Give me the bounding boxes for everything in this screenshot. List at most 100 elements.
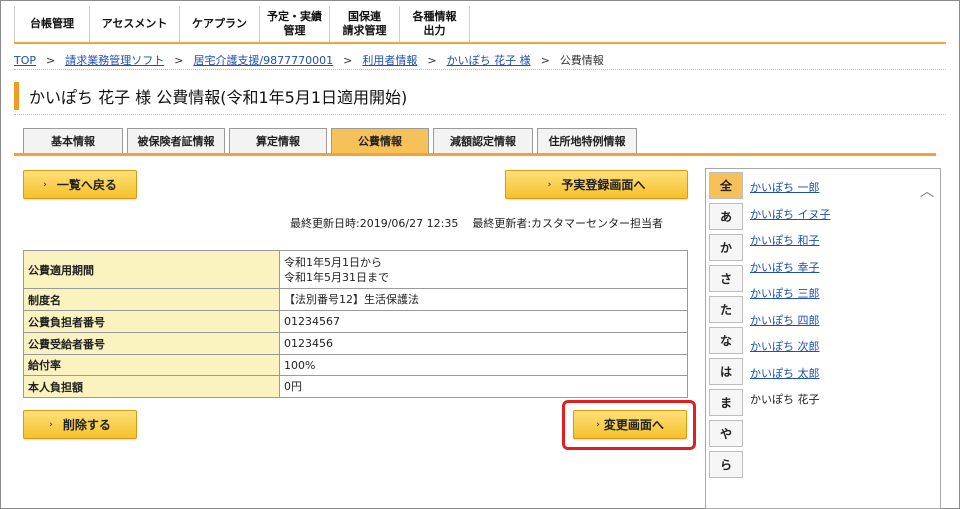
tab-reduction[interactable]: 減額認定情報	[433, 128, 533, 153]
user-link[interactable]: かいぽち 太郎	[750, 365, 831, 392]
user-link[interactable]: かいぽち 三郎	[750, 285, 831, 312]
breadcrumb-link-top[interactable]: TOP	[14, 54, 36, 67]
table-row: 制度名 【法別番号12】生活保護法	[23, 288, 688, 311]
kana-tab-ra[interactable]: ら	[709, 451, 743, 478]
current-user-name: かいぽち 花子	[750, 393, 820, 406]
tab-calculation[interactable]: 算定情報	[229, 128, 327, 153]
row-label: 本人負担額	[23, 375, 280, 398]
nav-label: 各種情報	[412, 10, 457, 23]
breadcrumb-link-user-info[interactable]: 利用者情報	[362, 54, 417, 67]
top-nav: 台帳管理 アセスメント ケアプラン 予定・実績 管理 国保連 請求管理 各種情報…	[14, 6, 946, 44]
nav-label: アセスメント	[101, 17, 168, 30]
nav-item-schedule[interactable]: 予定・実績 管理	[260, 6, 330, 42]
nav-item-billing[interactable]: 国保連 請求管理	[330, 6, 400, 42]
user-link[interactable]: かいぽち 四郎	[750, 312, 831, 339]
table-row: 本人負担額 0円	[23, 375, 688, 398]
delete-button[interactable]: › 削除する	[23, 410, 137, 439]
kana-tab-ya[interactable]: や	[709, 420, 743, 447]
breadcrumb-link-office[interactable]: 居宅介護支援/9877770001	[193, 54, 333, 67]
nav-item-assessment[interactable]: アセスメント	[90, 6, 180, 42]
updated-by: カスタマーセンター担当者	[531, 217, 664, 230]
chevron-right-icon: ›	[43, 179, 47, 190]
kana-index: 全 あ か さ た な は ま や ら	[709, 172, 745, 482]
table-row: 公費受給者番号 0123456	[23, 332, 688, 355]
period-start: 令和1年5月1日から	[284, 255, 382, 269]
user-name-list: かいぽち 一郎 かいぽち イヌ子 かいぽち 和子 かいぽち 幸子 かいぽち 三郎…	[750, 179, 831, 418]
kana-tab-ka[interactable]: か	[709, 234, 743, 261]
tab-public-expense[interactable]: 公費情報	[331, 128, 429, 153]
divider	[14, 114, 946, 115]
row-value: 01234567	[279, 310, 688, 333]
tab-insured-card[interactable]: 被保険者証情報	[127, 128, 225, 153]
user-link[interactable]: かいぽち 幸子	[750, 259, 831, 286]
row-value: 【法別番号12】生活保護法	[279, 288, 688, 311]
row-label: 公費負担者番号	[23, 310, 280, 333]
nav-item-output[interactable]: 各種情報 出力	[400, 6, 470, 42]
user-list-panel: 全 あ か さ た な は ま や ら かいぽち 一郎 かいぽち イヌ子 かいぽ…	[705, 168, 941, 509]
user-link[interactable]: かいぽち イヌ子	[750, 206, 831, 233]
breadcrumb: TOP > 請求業務管理ソフト > 居宅介護支援/9877770001 > 利用者情報 > かい…	[14, 52, 604, 68]
breadcrumb-separator: >	[343, 54, 353, 67]
row-value: 令和1年5月1日から 令和1年5月31日まで	[279, 250, 688, 289]
button-label: 一覧へ戻る	[56, 178, 117, 192]
row-value: 0円	[279, 375, 688, 398]
kana-tab-na[interactable]: な	[709, 327, 743, 354]
nav-label: 国保連	[348, 10, 381, 23]
user-link[interactable]: かいぽち 一郎	[750, 179, 831, 206]
tab-underline	[14, 153, 936, 156]
tab-address-exception[interactable]: 住所地特例情報	[537, 128, 637, 153]
kana-tab-all[interactable]: 全	[709, 172, 743, 199]
kana-tab-ha[interactable]: は	[709, 358, 743, 385]
tab-basic-info[interactable]: 基本情報	[23, 128, 123, 153]
divider	[14, 69, 946, 70]
record-screen-button[interactable]: › 予実登録画面へ	[505, 170, 688, 199]
nav-label-line2: 管理	[283, 24, 306, 37]
chevron-right-icon: ›	[547, 179, 552, 190]
page-title: かいぽち 花子 様 公費情報(令和1年5月1日適用開始)	[29, 88, 408, 107]
breadcrumb-current: 公費情報	[559, 54, 604, 67]
tab-bar: 基本情報 被保険者証情報 算定情報 公費情報 減額認定情報 住所地特例情報	[23, 128, 641, 153]
public-expense-table: 公費適用期間 令和1年5月1日から 令和1年5月31日まで 制度名 【法別番号1…	[23, 250, 688, 398]
breadcrumb-separator: >	[174, 54, 184, 67]
row-label: 制度名	[23, 288, 280, 311]
button-label: 削除する	[62, 418, 111, 432]
button-label: 予実登録画面へ	[561, 178, 646, 192]
user-link[interactable]: かいぽち 和子	[750, 232, 831, 259]
breadcrumb-link-billing-software[interactable]: 請求業務管理ソフト	[65, 54, 164, 67]
nav-label-line2: 請求管理	[342, 24, 387, 37]
nav-label: 予定・実績	[267, 10, 322, 23]
kana-tab-sa[interactable]: さ	[709, 265, 743, 292]
nav-item-ledger[interactable]: 台帳管理	[14, 6, 90, 42]
updated-datetime: 2019/06/27 12:35	[359, 217, 459, 230]
last-updated: 最終更新日時:2019/06/27 12:35 最終更新者:カスタマーセンター担当…	[290, 215, 663, 231]
page-title-bar: かいぽち 花子 様 公費情報(令和1年5月1日適用開始)	[14, 81, 654, 111]
row-value: 0123456	[279, 332, 688, 355]
nav-label: 台帳管理	[30, 17, 74, 30]
title-accent	[14, 82, 19, 110]
row-label: 公費適用期間	[23, 250, 280, 289]
kana-tab-ta[interactable]: た	[709, 296, 743, 323]
kana-tab-a[interactable]: あ	[709, 203, 743, 230]
table-row: 公費負担者番号 01234567	[23, 310, 688, 333]
table-row: 給付率 100%	[23, 354, 688, 376]
table-row: 公費適用期間 令和1年5月1日から 令和1年5月31日まで	[23, 250, 688, 289]
row-label: 給付率	[23, 354, 280, 376]
kana-tab-ma[interactable]: ま	[709, 389, 743, 416]
nav-item-careplan[interactable]: ケアプラン	[180, 6, 260, 42]
row-value: 100%	[279, 354, 688, 376]
scroll-up-icon[interactable]: ︿	[920, 181, 934, 201]
breadcrumb-separator: >	[427, 54, 437, 67]
breadcrumb-separator: >	[540, 54, 550, 67]
row-label: 公費受給者番号	[23, 332, 280, 355]
user-link[interactable]: かいぽち 次郎	[750, 338, 831, 365]
breadcrumb-separator: >	[46, 54, 56, 67]
chevron-right-icon: ›	[49, 419, 53, 430]
back-to-list-button[interactable]: › 一覧へ戻る	[23, 170, 137, 199]
nav-label-line2: 出力	[423, 24, 446, 37]
period-end: 令和1年5月31日まで	[284, 270, 389, 284]
nav-label: ケアプラン	[192, 17, 247, 30]
updated-datetime-label: 最終更新日時:	[290, 217, 360, 230]
highlight-box	[562, 400, 696, 450]
breadcrumb-link-user[interactable]: かいぽち 花子 様	[447, 54, 531, 67]
updated-by-label: 最終更新者:	[472, 217, 532, 230]
